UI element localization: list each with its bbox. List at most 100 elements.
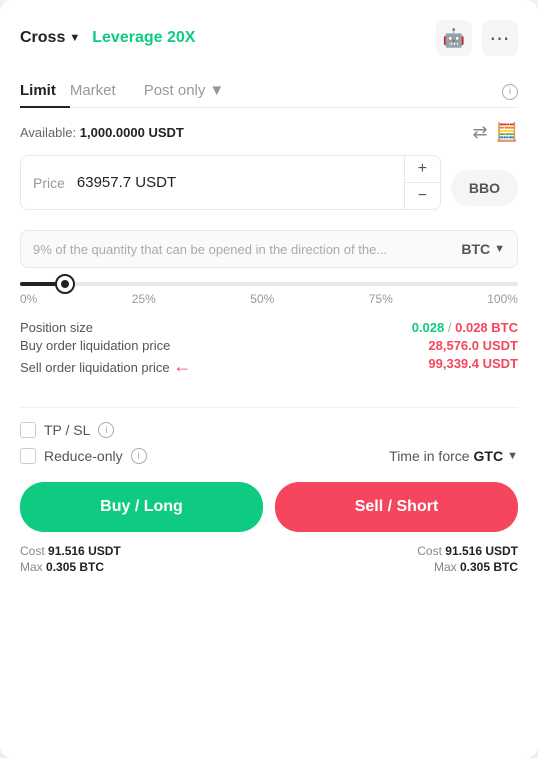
sell-max-line: Max 0.305 BTC <box>417 560 518 574</box>
cross-button[interactable]: Cross ▼ <box>20 29 80 47</box>
sell-cost-value: 91.516 USDT <box>445 544 518 558</box>
leverage-label: Leverage 20X <box>92 29 195 46</box>
buy-long-label: Buy / Long <box>100 498 183 515</box>
bbo-button[interactable]: BBO <box>451 170 518 206</box>
slider-container: 0% 25% 50% 75% 100% <box>20 282 518 306</box>
price-stepper: + − <box>404 156 440 209</box>
position-size-btc: 0.028 BTC <box>455 320 518 335</box>
position-size-label: Position size <box>20 320 93 335</box>
slider-labels: 0% 25% 50% 75% 100% <box>20 292 518 306</box>
available-value: 1,000.0000 USDT <box>80 125 184 140</box>
price-label: Price <box>21 175 77 191</box>
tab-postonly[interactable]: Post only ▼ <box>130 74 225 107</box>
buy-max-value: 0.305 BTC <box>46 560 104 574</box>
currency-label: BTC <box>461 241 490 257</box>
sell-liq-arrow-icon: ← <box>173 356 191 377</box>
available-label: Available: <box>20 125 76 140</box>
tif-arrow-icon: ▼ <box>507 450 518 462</box>
sell-max-label: Max <box>434 560 457 574</box>
price-decrement-button[interactable]: − <box>405 183 440 209</box>
buy-liq-label: Buy order liquidation price <box>20 338 170 353</box>
available-icons: ⇄ 🧮 <box>472 122 518 143</box>
order-tabs: Limit Market Post only ▼ i <box>20 74 518 108</box>
buy-liq-value: 28,576.0 USDT <box>428 338 518 353</box>
time-in-force-label: Time in force <box>389 448 469 464</box>
tab-limit[interactable]: Limit <box>20 74 70 107</box>
tab-limit-label: Limit <box>20 82 56 99</box>
panel-header: Cross ▼ Leverage 20X 🤖 ⋯ <box>20 20 518 56</box>
slider-track[interactable] <box>20 282 518 286</box>
more-button[interactable]: ⋯ <box>482 20 518 56</box>
buy-cost-value: 91.516 USDT <box>48 544 121 558</box>
calculator-icon[interactable]: 🧮 <box>496 122 518 143</box>
transfer-icon[interactable]: ⇄ <box>472 122 487 143</box>
buy-cost-line: Cost 91.516 USDT <box>20 544 121 558</box>
sell-liq-label: Sell order liquidation price ← <box>20 356 195 377</box>
cross-label: Cross <box>20 29 65 47</box>
more-icon: ⋯ <box>490 26 511 51</box>
tab-postonly-label: Post only <box>144 82 206 99</box>
reduce-only-row: Reduce-only i Time in force GTC ▼ <box>20 448 518 464</box>
position-size-value: 0.028 / 0.028 BTC <box>412 320 518 335</box>
reduce-only-left: Reduce-only i <box>20 448 147 464</box>
sell-cost-line: Cost 91.516 USDT <box>417 544 518 558</box>
price-value[interactable]: 63957.7 USDT <box>77 162 404 203</box>
tpsl-checkbox[interactable] <box>20 422 36 438</box>
action-buttons: Buy / Long Sell / Short <box>20 482 518 532</box>
quantity-row[interactable]: 9% of the quantity that can be opened in… <box>20 230 518 268</box>
sell-cost-group: Cost 91.516 USDT Max 0.305 BTC <box>417 544 518 574</box>
buy-liq-row: Buy order liquidation price 28,576.0 USD… <box>20 338 518 353</box>
sell-short-label: Sell / Short <box>355 498 439 515</box>
reduce-only-label: Reduce-only <box>44 448 123 464</box>
time-in-force[interactable]: Time in force GTC ▼ <box>389 448 518 464</box>
postonly-arrow-icon: ▼ <box>209 82 224 99</box>
header-icons: 🤖 ⋯ <box>436 20 518 56</box>
currency-arrow-icon: ▼ <box>494 243 505 255</box>
available-row: Available: 1,000.0000 USDT ⇄ 🧮 <box>20 122 518 143</box>
slider-label-25: 25% <box>132 292 156 306</box>
tab-market-label: Market <box>70 82 116 99</box>
position-info: Position size 0.028 / 0.028 BTC Buy orde… <box>20 320 518 377</box>
time-in-force-value: GTC <box>474 448 504 464</box>
tabs-info: i <box>502 81 518 100</box>
quantity-currency-selector[interactable]: BTC ▼ <box>461 241 505 257</box>
buy-max-label: Max <box>20 560 43 574</box>
buy-max-line: Max 0.305 BTC <box>20 560 121 574</box>
slider-thumb[interactable] <box>55 274 75 294</box>
robot-button[interactable]: 🤖 <box>436 20 472 56</box>
tpsl-label: TP / SL <box>44 422 90 438</box>
tpsl-row: TP / SL i <box>20 422 518 438</box>
divider-1 <box>20 407 518 408</box>
position-size-green: 0.028 <box>412 320 445 335</box>
price-increment-button[interactable]: + <box>405 156 440 183</box>
tabs-info-icon[interactable]: i <box>502 84 518 100</box>
quantity-placeholder: 9% of the quantity that can be opened in… <box>33 242 461 257</box>
buy-cost-label: Cost <box>20 544 45 558</box>
slider-thumb-inner <box>61 280 69 288</box>
price-section: Price 63957.7 USDT + − BBO <box>20 155 518 220</box>
leverage-button[interactable]: Leverage 20X <box>92 29 195 47</box>
buy-long-button[interactable]: Buy / Long <box>20 482 263 532</box>
cost-row: Cost 91.516 USDT Max 0.305 BTC Cost 91.5… <box>20 544 518 574</box>
trading-panel: Cross ▼ Leverage 20X 🤖 ⋯ Limit Market Po… <box>0 0 538 758</box>
sell-cost-label: Cost <box>417 544 442 558</box>
sell-liq-value: 99,339.4 USDT <box>428 356 518 377</box>
header-left: Cross ▼ Leverage 20X <box>20 29 195 47</box>
reduce-only-info-icon[interactable]: i <box>131 448 147 464</box>
available-text: Available: 1,000.0000 USDT <box>20 125 184 140</box>
sell-max-value: 0.305 BTC <box>460 560 518 574</box>
buy-cost-group: Cost 91.516 USDT Max 0.305 BTC <box>20 544 121 574</box>
slider-label-100: 100% <box>487 292 518 306</box>
checkbox-section: TP / SL i Reduce-only i Time in force GT… <box>20 422 518 464</box>
price-input-row: Price 63957.7 USDT + − <box>20 155 441 210</box>
slider-label-50: 50% <box>250 292 274 306</box>
reduce-only-checkbox[interactable] <box>20 448 36 464</box>
sell-liq-row: Sell order liquidation price ← 99,339.4 … <box>20 356 518 377</box>
slider-label-0: 0% <box>20 292 37 306</box>
robot-icon: 🤖 <box>443 28 465 49</box>
cross-arrow-icon: ▼ <box>69 32 80 44</box>
tab-market[interactable]: Market <box>70 74 130 107</box>
tpsl-info-icon[interactable]: i <box>98 422 114 438</box>
slider-label-75: 75% <box>369 292 393 306</box>
sell-short-button[interactable]: Sell / Short <box>275 482 518 532</box>
